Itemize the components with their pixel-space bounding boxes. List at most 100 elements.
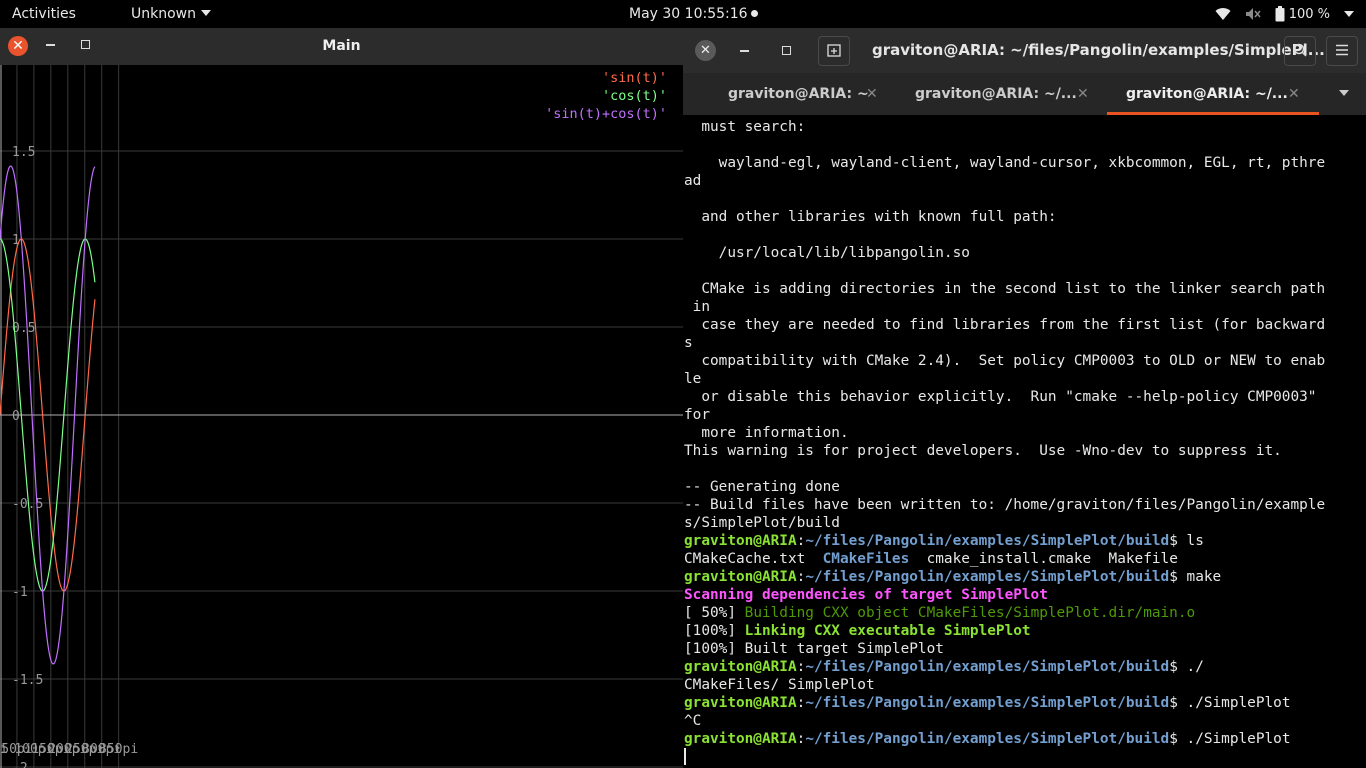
terminal-line: s	[684, 334, 1325, 352]
command-text: $ make	[1169, 569, 1222, 585]
prompt-line: graviton@ARIA:~/files/Pangolin/examples/…	[684, 730, 1325, 748]
close-tab-icon[interactable]: ✕	[866, 73, 878, 115]
terminal-output[interactable]: must search: wayland-egl, wayland-client…	[683, 115, 1366, 768]
terminal-line: /usr/local/lib/libpangolin.so	[684, 244, 1325, 262]
prompt-sep: :	[796, 569, 806, 585]
command-text: $ ./SimplePlot	[1169, 695, 1291, 711]
line-text: wayland-egl, wayland-client, wayland-cur…	[684, 155, 1326, 171]
new-tab-button[interactable]	[818, 36, 850, 66]
prompt-sep: :	[796, 659, 806, 675]
tab-label: graviton@ARIA: ~	[728, 86, 869, 102]
terminal-line: and other libraries with known full path…	[684, 208, 1325, 226]
top-bar: Activities Unknown May 30 10:55:16 100 %	[0, 0, 1366, 28]
volume-muted-icon	[1245, 8, 1261, 20]
prompt-sep: :	[796, 731, 806, 747]
close-icon: ✕	[700, 43, 711, 58]
terminal-header[interactable]: ✕ graviton@ARIA: ~/files/Pangolin/exampl…	[683, 28, 1366, 73]
terminal-line: Scanning dependencies of target SimplePl…	[684, 586, 1325, 604]
text-cursor	[684, 748, 686, 765]
x-tick-label: 350pi	[99, 742, 138, 757]
ls-gap	[1091, 551, 1108, 567]
prompt-line: graviton@ARIA:~/files/Pangolin/examples/…	[684, 694, 1325, 712]
line-text: CMake is adding directories in the secon…	[684, 281, 1326, 297]
terminal-line: [ 50%] Building CXX object CMakeFiles/Si…	[684, 604, 1325, 622]
prompt-path: ~/files/Pangolin/examples/SimplePlot/bui…	[805, 731, 1170, 747]
plot-canvas[interactable]: 1.510.50-0.5-1-1.5-2pi50pi100pi150pi200p…	[0, 65, 683, 768]
tab-label: graviton@ARIA: ~/...	[1126, 86, 1288, 102]
y-tick-label: 1.5	[12, 145, 35, 160]
command-text: $ ls	[1169, 533, 1204, 549]
system-tray[interactable]: 100 %	[1215, 0, 1354, 28]
minimize-icon[interactable]	[740, 50, 749, 52]
ls-gap	[909, 551, 926, 567]
menu-button[interactable]	[1326, 36, 1358, 66]
search-button[interactable]	[1284, 36, 1316, 66]
line-text: case they are needed to find libraries f…	[684, 317, 1326, 333]
tab-label: graviton@ARIA: ~/...	[915, 86, 1077, 102]
close-button[interactable]: ✕	[695, 40, 716, 61]
prompt-line: graviton@ARIA:~/files/Pangolin/examples/…	[684, 568, 1325, 586]
y-tick-label: 1	[12, 233, 20, 248]
window-title: graviton@ARIA: ~/files/Pangolin/examples…	[872, 41, 1325, 59]
close-tab-icon[interactable]: ✕	[1077, 73, 1089, 115]
progress-prefix: [ 50%]	[684, 605, 745, 621]
terminal-line: [100%] Built target SimplePlot	[684, 640, 1325, 658]
line-text: ad	[684, 173, 702, 189]
chevron-down-icon	[201, 10, 211, 16]
terminal-line: ad	[684, 172, 1325, 190]
line-text: Scanning dependencies of target SimplePl…	[684, 587, 1048, 603]
line-text: This warning is for project developers. …	[684, 443, 1282, 459]
terminal-line: CMakeFiles/ SimplePlot	[684, 676, 1325, 694]
terminal-line: more information.	[684, 424, 1325, 442]
legend-entry: 'sin(t)'	[602, 70, 667, 86]
tab-list-dropdown-icon[interactable]	[1339, 90, 1349, 96]
prompt-line: graviton@ARIA:~/files/Pangolin/examples/…	[684, 658, 1325, 676]
terminal-line: ^C	[684, 712, 1325, 730]
prompt-sep: :	[796, 533, 806, 549]
line-text: and other libraries with known full path…	[684, 209, 1057, 225]
y-tick-label: -1	[12, 585, 28, 600]
maximize-icon[interactable]	[782, 46, 791, 55]
line-text: Building CXX object CMakeFiles/SimplePlo…	[744, 605, 1196, 621]
battery-icon	[1275, 6, 1285, 22]
line-text: more information.	[684, 425, 849, 441]
terminal-line: CMakeCache.txt CMakeFiles cmake_install.…	[684, 550, 1325, 568]
command-text: $ ./SimplePlot	[1169, 731, 1291, 747]
app-menu[interactable]: Unknown	[131, 0, 211, 28]
terminal-line: case they are needed to find libraries f…	[684, 316, 1325, 334]
plot-window-header[interactable]: ✕ Main	[0, 28, 683, 65]
close-tab-icon[interactable]: ✕	[1288, 73, 1300, 115]
prompt-user: graviton@ARIA	[684, 659, 797, 675]
new-tab-icon	[827, 44, 841, 57]
y-tick-label: -2	[12, 761, 28, 768]
terminal-line: This warning is for project developers. …	[684, 442, 1325, 460]
line-text: compatibility with CMake 2.4). Set polic…	[684, 353, 1326, 369]
line-text: le	[684, 371, 702, 387]
prompt-line: graviton@ARIA:~/files/Pangolin/examples/…	[684, 532, 1325, 550]
line-text: -- Generating done	[684, 479, 840, 495]
progress-prefix: [100%]	[684, 623, 745, 639]
prompt-path: ~/files/Pangolin/examples/SimplePlot/bui…	[805, 569, 1170, 585]
tab-terminal-3-active[interactable]: graviton@ARIA: ~/... ✕	[1126, 73, 1300, 115]
terminal-line: -- Build files have been written to: /ho…	[684, 496, 1325, 514]
terminal-line: le	[684, 370, 1325, 388]
line-text: s/SimplePlot/build	[684, 515, 840, 531]
activities-button[interactable]: Activities	[12, 0, 76, 28]
terminal-line: wayland-egl, wayland-client, wayland-cur…	[684, 154, 1326, 172]
terminal-text: must search: wayland-egl, wayland-client…	[684, 118, 1325, 748]
clock[interactable]: May 30 10:55:16	[629, 0, 748, 28]
terminal-line: or disable this behavior explicitly. Run…	[684, 388, 1325, 406]
window-title: Main	[322, 38, 361, 54]
terminal-line: CMake is adding directories in the secon…	[684, 280, 1325, 298]
legend-entry: 'cos(t)'	[602, 88, 667, 104]
ls-entry: CMakeFiles	[822, 551, 910, 567]
tab-terminal-2[interactable]: graviton@ARIA: ~/... ✕	[915, 73, 1089, 115]
terminal-line: compatibility with CMake 2.4). Set polic…	[684, 352, 1325, 370]
terminal-line: for	[684, 406, 1325, 424]
power-menu-icon	[1344, 11, 1354, 17]
tab-terminal-1[interactable]: graviton@ARIA: ~ ✕	[728, 73, 878, 115]
search-icon	[1293, 43, 1307, 57]
legend-entry: 'sin(t)+cos(t)'	[545, 106, 667, 122]
